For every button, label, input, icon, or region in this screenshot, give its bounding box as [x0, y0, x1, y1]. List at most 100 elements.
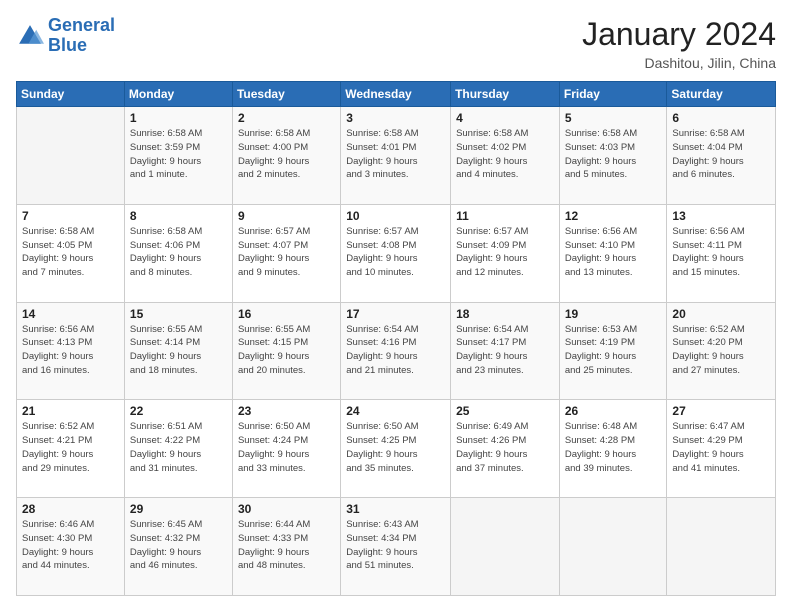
day-info: Sunrise: 6:54 AMSunset: 4:16 PMDaylight:…	[346, 323, 445, 378]
day-number: 10	[346, 209, 445, 223]
day-number: 12	[565, 209, 662, 223]
day-info: Sunrise: 6:43 AMSunset: 4:34 PMDaylight:…	[346, 518, 445, 573]
day-number: 3	[346, 111, 445, 125]
day-number: 17	[346, 307, 445, 321]
day-number: 1	[130, 111, 227, 125]
day-number: 27	[672, 404, 770, 418]
calendar-day-header: Monday	[124, 82, 232, 107]
day-number: 26	[565, 404, 662, 418]
calendar-cell: 1 Sunrise: 6:58 AMSunset: 3:59 PMDaylight…	[124, 107, 232, 205]
calendar-cell	[667, 498, 776, 596]
calendar-cell: 22 Sunrise: 6:51 AMSunset: 4:22 PMDayligh…	[124, 400, 232, 498]
calendar-cell: 27Sunrise: 6:47 AMSunset: 4:29 PMDayligh…	[667, 400, 776, 498]
day-number: 29	[130, 502, 227, 516]
day-number: 5	[565, 111, 662, 125]
day-number: 28	[22, 502, 119, 516]
logo-line2: Blue	[48, 36, 115, 56]
day-info: Sunrise: 6:45 AMSunset: 4:32 PMDaylight:…	[130, 518, 227, 573]
calendar-cell: 4Sunrise: 6:58 AMSunset: 4:02 PMDaylight…	[451, 107, 560, 205]
day-number: 11	[456, 209, 554, 223]
day-number: 22	[130, 404, 227, 418]
calendar-cell: 28 Sunrise: 6:46 AMSunset: 4:30 PMDayligh…	[17, 498, 125, 596]
day-info: Sunrise: 6:58 AMSunset: 4:01 PMDaylight:…	[346, 127, 445, 182]
calendar-day-header: Thursday	[451, 82, 560, 107]
calendar-cell: 24Sunrise: 6:50 AMSunset: 4:25 PMDayligh…	[341, 400, 451, 498]
day-number: 16	[238, 307, 335, 321]
calendar-week-row: 28 Sunrise: 6:46 AMSunset: 4:30 PMDayligh…	[17, 498, 776, 596]
day-info: Sunrise: 6:56 AMSunset: 4:11 PMDaylight:…	[672, 225, 770, 280]
day-info: Sunrise: 6:58 AMSunset: 3:59 PMDaylight:…	[130, 127, 227, 182]
calendar-cell: 5 Sunrise: 6:58 AMSunset: 4:03 PMDaylight…	[559, 107, 667, 205]
day-number: 18	[456, 307, 554, 321]
calendar-week-row: 1 Sunrise: 6:58 AMSunset: 3:59 PMDaylight…	[17, 107, 776, 205]
day-info: Sunrise: 6:50 AMSunset: 4:24 PMDaylight:…	[238, 420, 335, 475]
day-info: Sunrise: 6:56 AMSunset: 4:10 PMDaylight:…	[565, 225, 662, 280]
calendar-cell: 8Sunrise: 6:58 AMSunset: 4:06 PMDaylight…	[124, 204, 232, 302]
day-info: Sunrise: 6:57 AMSunset: 4:09 PMDaylight:…	[456, 225, 554, 280]
day-info: Sunrise: 6:58 AMSunset: 4:00 PMDaylight:…	[238, 127, 335, 182]
logo-text: General Blue	[48, 16, 115, 56]
calendar-cell: 31 Sunrise: 6:43 AMSunset: 4:34 PMDayligh…	[341, 498, 451, 596]
month-year: January 2024	[582, 16, 776, 53]
calendar-day-header: Wednesday	[341, 82, 451, 107]
day-info: Sunrise: 6:49 AMSunset: 4:26 PMDaylight:…	[456, 420, 554, 475]
day-info: Sunrise: 6:52 AMSunset: 4:21 PMDaylight:…	[22, 420, 119, 475]
calendar-cell: 20Sunrise: 6:52 AMSunset: 4:20 PMDayligh…	[667, 302, 776, 400]
day-number: 9	[238, 209, 335, 223]
calendar-week-row: 7Sunrise: 6:58 AMSunset: 4:05 PMDaylight…	[17, 204, 776, 302]
calendar-day-header: Sunday	[17, 82, 125, 107]
calendar-cell	[17, 107, 125, 205]
day-info: Sunrise: 6:58 AMSunset: 4:04 PMDaylight:…	[672, 127, 770, 182]
day-number: 25	[456, 404, 554, 418]
calendar: SundayMondayTuesdayWednesdayThursdayFrid…	[16, 81, 776, 596]
calendar-week-row: 21 Sunrise: 6:52 AMSunset: 4:21 PMDayligh…	[17, 400, 776, 498]
calendar-cell: 15 Sunrise: 6:55 AMSunset: 4:14 PMDayligh…	[124, 302, 232, 400]
calendar-cell: 30Sunrise: 6:44 AMSunset: 4:33 PMDayligh…	[232, 498, 340, 596]
day-number: 6	[672, 111, 770, 125]
calendar-cell	[451, 498, 560, 596]
calendar-header-row: SundayMondayTuesdayWednesdayThursdayFrid…	[17, 82, 776, 107]
day-number: 19	[565, 307, 662, 321]
calendar-cell: 10 Sunrise: 6:57 AMSunset: 4:08 PMDayligh…	[341, 204, 451, 302]
calendar-cell: 23 Sunrise: 6:50 AMSunset: 4:24 PMDayligh…	[232, 400, 340, 498]
day-number: 4	[456, 111, 554, 125]
logo: General Blue	[16, 16, 115, 56]
day-info: Sunrise: 6:58 AMSunset: 4:06 PMDaylight:…	[130, 225, 227, 280]
day-info: Sunrise: 6:57 AMSunset: 4:08 PMDaylight:…	[346, 225, 445, 280]
day-number: 30	[238, 502, 335, 516]
calendar-day-header: Friday	[559, 82, 667, 107]
calendar-cell: 11 Sunrise: 6:57 AMSunset: 4:09 PMDayligh…	[451, 204, 560, 302]
day-info: Sunrise: 6:48 AMSunset: 4:28 PMDaylight:…	[565, 420, 662, 475]
header: General Blue January 2024 Dashitou, Jili…	[16, 16, 776, 71]
day-info: Sunrise: 6:55 AMSunset: 4:15 PMDaylight:…	[238, 323, 335, 378]
day-number: 20	[672, 307, 770, 321]
calendar-cell: 9Sunrise: 6:57 AMSunset: 4:07 PMDaylight…	[232, 204, 340, 302]
day-info: Sunrise: 6:51 AMSunset: 4:22 PMDaylight:…	[130, 420, 227, 475]
calendar-cell: 29 Sunrise: 6:45 AMSunset: 4:32 PMDayligh…	[124, 498, 232, 596]
calendar-cell: 2 Sunrise: 6:58 AMSunset: 4:00 PMDaylight…	[232, 107, 340, 205]
calendar-day-header: Tuesday	[232, 82, 340, 107]
day-number: 13	[672, 209, 770, 223]
day-info: Sunrise: 6:58 AMSunset: 4:03 PMDaylight:…	[565, 127, 662, 182]
calendar-cell: 18 Sunrise: 6:54 AMSunset: 4:17 PMDayligh…	[451, 302, 560, 400]
day-number: 31	[346, 502, 445, 516]
calendar-cell: 21 Sunrise: 6:52 AMSunset: 4:21 PMDayligh…	[17, 400, 125, 498]
day-info: Sunrise: 6:46 AMSunset: 4:30 PMDaylight:…	[22, 518, 119, 573]
calendar-cell: 14 Sunrise: 6:56 AMSunset: 4:13 PMDayligh…	[17, 302, 125, 400]
day-info: Sunrise: 6:56 AMSunset: 4:13 PMDaylight:…	[22, 323, 119, 378]
day-info: Sunrise: 6:54 AMSunset: 4:17 PMDaylight:…	[456, 323, 554, 378]
calendar-cell: 12 Sunrise: 6:56 AMSunset: 4:10 PMDayligh…	[559, 204, 667, 302]
day-number: 7	[22, 209, 119, 223]
calendar-cell: 3 Sunrise: 6:58 AMSunset: 4:01 PMDaylight…	[341, 107, 451, 205]
day-number: 14	[22, 307, 119, 321]
day-number: 24	[346, 404, 445, 418]
calendar-cell: 19Sunrise: 6:53 AMSunset: 4:19 PMDayligh…	[559, 302, 667, 400]
day-number: 15	[130, 307, 227, 321]
calendar-cell: 26 Sunrise: 6:48 AMSunset: 4:28 PMDayligh…	[559, 400, 667, 498]
logo-line1: General	[48, 15, 115, 35]
calendar-cell: 6 Sunrise: 6:58 AMSunset: 4:04 PMDaylight…	[667, 107, 776, 205]
day-number: 23	[238, 404, 335, 418]
day-number: 2	[238, 111, 335, 125]
day-number: 21	[22, 404, 119, 418]
day-info: Sunrise: 6:55 AMSunset: 4:14 PMDaylight:…	[130, 323, 227, 378]
